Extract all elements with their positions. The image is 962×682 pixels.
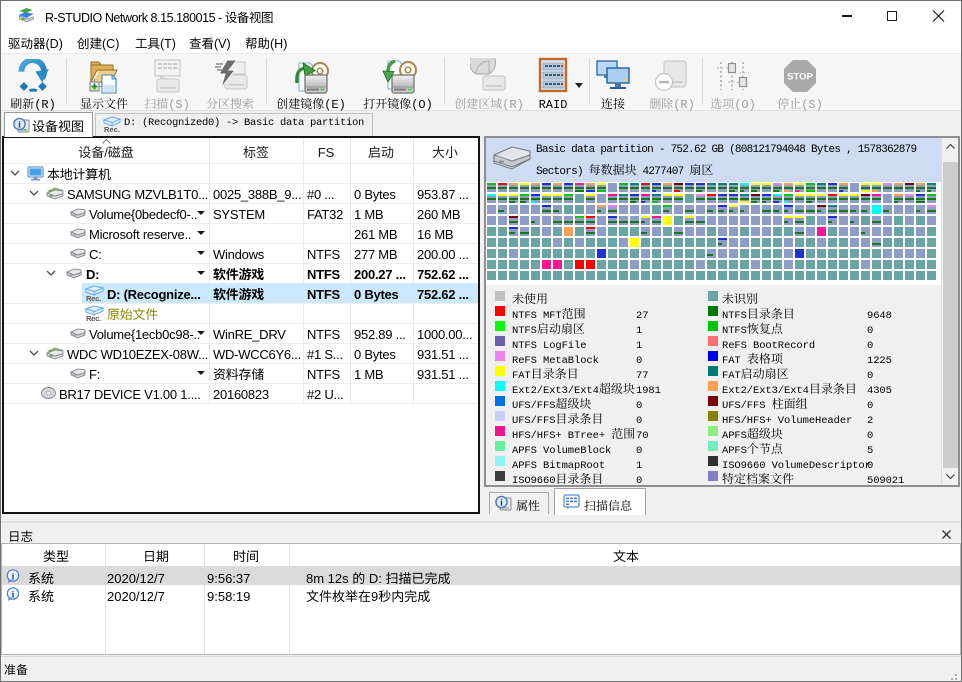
svg-text:Rec.: Rec.	[86, 294, 101, 302]
svg-text:Rec.: Rec.	[104, 125, 120, 133]
svg-text:i: i	[500, 499, 503, 509]
svg-text:i: i	[12, 572, 15, 582]
svg-text:STOP: STOP	[787, 72, 813, 83]
svg-text:Rec.: Rec.	[86, 314, 101, 322]
svg-text:i: i	[18, 121, 21, 131]
svg-text:i: i	[12, 590, 15, 600]
